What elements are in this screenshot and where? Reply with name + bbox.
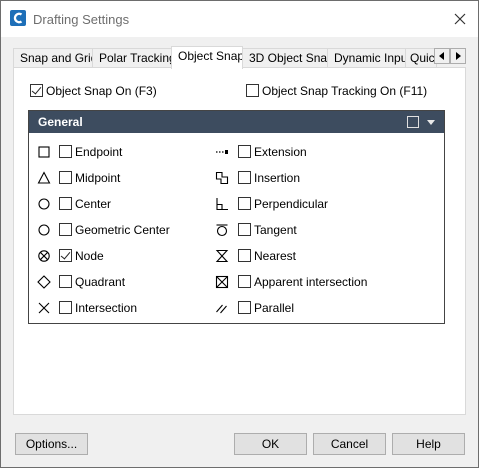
perpendicular-checkbox[interactable] bbox=[238, 197, 251, 210]
endpoint-checkbox[interactable] bbox=[59, 145, 72, 158]
nearest-label: Nearest bbox=[254, 249, 297, 263]
title-bar: Drafting Settings bbox=[1, 1, 478, 37]
tab-snap-and-grid[interactable]: Snap and Grid bbox=[13, 48, 93, 68]
close-button[interactable] bbox=[447, 7, 473, 31]
endpoint-square-icon bbox=[38, 146, 50, 158]
object-snap-tracking-checkbox[interactable] bbox=[246, 84, 259, 97]
endpoint-label: Endpoint bbox=[75, 145, 123, 159]
tab-quick-properties[interactable]: Quic bbox=[405, 48, 437, 68]
geometric-center-label: Geometric Center bbox=[75, 223, 170, 237]
help-button[interactable]: Help bbox=[392, 433, 465, 455]
insertion-checkbox[interactable] bbox=[238, 171, 251, 184]
node-icon bbox=[38, 250, 50, 262]
intersection-x-icon bbox=[38, 302, 50, 314]
app-logo-icon bbox=[10, 10, 26, 26]
quadrant-label: Quadrant bbox=[75, 275, 126, 289]
insertion-label: Insertion bbox=[254, 171, 301, 185]
tab-3d-object-snap[interactable]: 3D Object Snap bbox=[242, 48, 328, 68]
ok-button[interactable]: OK bbox=[234, 433, 307, 455]
extension-label: Extension bbox=[254, 145, 307, 159]
center-label: Center bbox=[75, 197, 112, 211]
tab-polar-tracking[interactable]: Polar Tracking bbox=[92, 48, 172, 68]
intersection-checkbox[interactable] bbox=[59, 301, 72, 314]
insertion-icon bbox=[215, 171, 229, 185]
tab-scroll-right-button[interactable] bbox=[450, 48, 466, 64]
midpoint-label: Midpoint bbox=[75, 171, 121, 185]
quadrant-checkbox[interactable] bbox=[59, 275, 72, 288]
midpoint-checkbox[interactable] bbox=[59, 171, 72, 184]
nearest-hourglass-icon bbox=[215, 249, 229, 263]
cancel-button[interactable]: Cancel bbox=[313, 433, 386, 455]
apparent-intersection-label: Apparent intersection bbox=[254, 275, 368, 289]
tab-dynamic-input[interactable]: Dynamic Input bbox=[327, 48, 406, 68]
options-button[interactable]: Options... bbox=[15, 433, 88, 455]
group-dropdown-chevron-icon[interactable] bbox=[427, 120, 435, 125]
object-snap-on-checkbox[interactable] bbox=[30, 84, 43, 97]
arrow-left-icon bbox=[439, 52, 444, 60]
parallel-label: Parallel bbox=[254, 301, 295, 315]
extension-icon bbox=[216, 150, 228, 154]
geometric-center-icon bbox=[38, 224, 50, 236]
window-title: Drafting Settings bbox=[33, 12, 130, 27]
close-icon bbox=[454, 13, 466, 25]
general-group-header: General bbox=[29, 111, 444, 133]
tab-object-snap[interactable]: Object Snap bbox=[171, 46, 243, 69]
tab-scroll-left-button[interactable] bbox=[434, 48, 450, 64]
parallel-icon bbox=[216, 304, 227, 314]
object-snap-on-label: Object Snap On (F3) bbox=[46, 84, 157, 98]
node-checkbox[interactable] bbox=[59, 249, 72, 262]
perpendicular-label: Perpendicular bbox=[254, 197, 329, 211]
perpendicular-icon bbox=[216, 198, 228, 211]
geometric-center-checkbox[interactable] bbox=[59, 223, 72, 236]
arrow-right-icon bbox=[456, 52, 461, 60]
center-checkbox[interactable] bbox=[59, 197, 72, 210]
tangent-icon bbox=[216, 224, 228, 237]
apparent-intersection-icon bbox=[215, 275, 229, 289]
intersection-label: Intersection bbox=[75, 301, 138, 315]
tangent-label: Tangent bbox=[254, 223, 297, 237]
midpoint-triangle-icon bbox=[37, 171, 51, 184]
select-all-toggle-icon[interactable] bbox=[407, 116, 419, 128]
tab-strip: Snap and Grid Polar Tracking Object Snap… bbox=[13, 46, 466, 69]
drafting-settings-dialog: Drafting Settings Snap and Grid Polar Tr… bbox=[0, 0, 479, 468]
extension-checkbox[interactable] bbox=[238, 145, 251, 158]
parallel-checkbox[interactable] bbox=[238, 301, 251, 314]
tangent-checkbox[interactable] bbox=[238, 223, 251, 236]
general-group-title: General bbox=[38, 115, 83, 129]
quadrant-diamond-icon bbox=[37, 275, 51, 289]
nearest-checkbox[interactable] bbox=[238, 249, 251, 262]
node-label: Node bbox=[75, 249, 104, 263]
general-group: General bbox=[28, 110, 445, 324]
object-snap-tracking-label: Object Snap Tracking On (F11) bbox=[262, 84, 428, 98]
apparent-intersection-checkbox[interactable] bbox=[238, 275, 251, 288]
center-circle-icon bbox=[38, 198, 50, 210]
